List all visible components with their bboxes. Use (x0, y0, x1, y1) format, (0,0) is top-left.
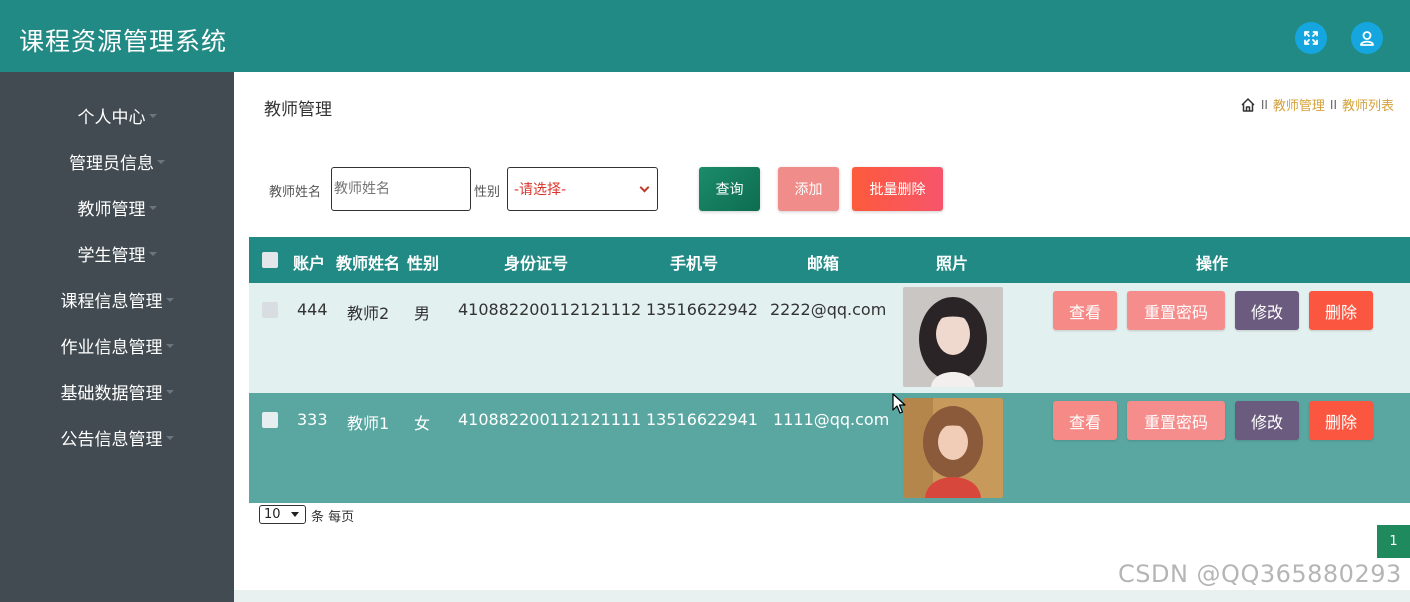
sidebar-item-student-management[interactable]: 学生管理 (0, 230, 234, 276)
sidebar-item-label: 学生管理 (77, 245, 146, 266)
delete-button[interactable]: 删除 (1309, 291, 1373, 330)
page-size-value: 10 (264, 507, 281, 522)
header-account: 账户 (293, 254, 326, 273)
gender-label: 性别 (474, 185, 501, 200)
cell-email: 2222@qq.com (770, 300, 887, 319)
chevron-down-icon (165, 390, 174, 394)
table-header: 账户 教师姓名 性别 身份证号 手机号 邮箱 照片 操作 (249, 237, 1410, 283)
chevron-down-icon (165, 436, 174, 440)
cell-id-card: 410882200112121112 (458, 300, 642, 319)
table-row: 444 教师2 男 410882200112121112 13516622942… (249, 283, 1410, 393)
chevron-down-icon (290, 512, 299, 517)
sidebar-item-label: 作业信息管理 (60, 337, 163, 358)
cell-phone: 13516622941 (646, 410, 758, 429)
per-page-label: 条 每页 (311, 510, 355, 525)
header-id-card: 身份证号 (504, 254, 569, 273)
sidebar-item-label: 课程信息管理 (60, 291, 163, 312)
reset-password-button[interactable]: 重置密码 (1127, 291, 1225, 330)
breadcrumb-separator: II (1329, 97, 1337, 112)
sidebar-item-personal-center[interactable]: 个人中心 (0, 92, 234, 138)
add-button[interactable]: 添加 (778, 167, 839, 211)
table-row: 333 教师1 女 410882200112121111 13516622941… (249, 393, 1410, 503)
cell-account: 333 (297, 410, 328, 429)
cell-account: 444 (297, 300, 328, 319)
query-button[interactable]: 查询 (699, 167, 760, 211)
sidebar-item-homework-info[interactable]: 作业信息管理 (0, 322, 234, 368)
breadcrumb-teacher-management[interactable]: 教师管理 (1273, 95, 1325, 114)
header-actions: 操作 (1196, 254, 1229, 273)
sidebar-item-label: 管理员信息 (69, 153, 154, 174)
edit-button[interactable]: 修改 (1235, 291, 1299, 330)
sidebar: 个人中心 管理员信息 教师管理 学生管理 课程信息管理 作业信息管理 基础数据管… (0, 72, 234, 602)
cell-gender: 男 (414, 304, 431, 323)
chevron-down-icon (639, 182, 650, 192)
view-button[interactable]: 查看 (1053, 291, 1117, 330)
page-title: 教师管理 (264, 100, 332, 120)
teacher-photo (903, 398, 1003, 498)
gender-select-value: -请选择- (514, 182, 567, 198)
edit-button[interactable]: 修改 (1235, 401, 1299, 440)
sidebar-item-notice-info[interactable]: 公告信息管理 (0, 414, 234, 460)
select-all-checkbox[interactable] (262, 252, 278, 268)
app-title: 课程资源管理系统 (19, 27, 228, 56)
header-email: 邮箱 (807, 254, 840, 273)
cell-email: 1111@qq.com (773, 410, 890, 429)
sidebar-item-admin-info[interactable]: 管理员信息 (0, 138, 234, 184)
teacher-name-label: 教师姓名 (269, 185, 322, 200)
chevron-down-icon (148, 114, 157, 118)
sidebar-item-label: 教师管理 (77, 199, 146, 220)
sidebar-item-course-info[interactable]: 课程信息管理 (0, 276, 234, 322)
sidebar-item-label: 公告信息管理 (60, 429, 163, 450)
cell-teacher-name: 教师2 (347, 304, 390, 323)
reset-password-button[interactable]: 重置密码 (1127, 401, 1225, 440)
header-teacher-name: 教师姓名 (336, 254, 401, 273)
gender-select[interactable]: -请选择- (507, 167, 658, 211)
teacher-photo (903, 287, 1003, 387)
chevron-down-icon (148, 252, 157, 256)
home-icon[interactable] (1240, 97, 1256, 113)
batch-delete-button[interactable]: 批量删除 (852, 167, 943, 211)
mouse-cursor-icon (892, 393, 906, 419)
cell-phone: 13516622942 (646, 300, 758, 319)
teacher-name-input[interactable] (331, 167, 471, 211)
chevron-down-icon (165, 344, 174, 348)
fullscreen-icon[interactable] (1295, 22, 1327, 54)
sidebar-item-label: 基础数据管理 (60, 383, 163, 404)
cell-gender: 女 (414, 414, 431, 433)
row-checkbox[interactable] (262, 302, 278, 318)
sidebar-item-base-data[interactable]: 基础数据管理 (0, 368, 234, 414)
top-bar: 课程资源管理系统 (0, 0, 1410, 72)
view-button[interactable]: 查看 (1053, 401, 1117, 440)
header-photo: 照片 (936, 254, 969, 273)
cell-id-card: 410882200112121111 (458, 410, 642, 429)
row-checkbox[interactable] (262, 412, 278, 428)
delete-button[interactable]: 删除 (1309, 401, 1373, 440)
bottom-strip (234, 590, 1410, 602)
sidebar-item-teacher-management[interactable]: 教师管理 (0, 184, 234, 230)
chevron-down-icon (165, 298, 174, 302)
watermark: CSDN @QQ365880293 (1118, 560, 1402, 588)
chevron-down-icon (148, 206, 157, 210)
breadcrumb: II 教师管理 II 教师列表 (1240, 95, 1394, 114)
header-phone: 手机号 (670, 254, 719, 273)
sidebar-item-label: 个人中心 (77, 107, 146, 128)
user-icon[interactable] (1351, 22, 1383, 54)
breadcrumb-separator: II (1260, 97, 1268, 112)
cell-teacher-name: 教师1 (347, 414, 390, 433)
page-button-current[interactable]: 1 (1377, 525, 1410, 558)
chevron-down-icon (157, 160, 165, 164)
page-size-select[interactable]: 10 (259, 505, 306, 524)
header-gender: 性别 (407, 254, 440, 273)
breadcrumb-teacher-list[interactable]: 教师列表 (1342, 95, 1394, 114)
